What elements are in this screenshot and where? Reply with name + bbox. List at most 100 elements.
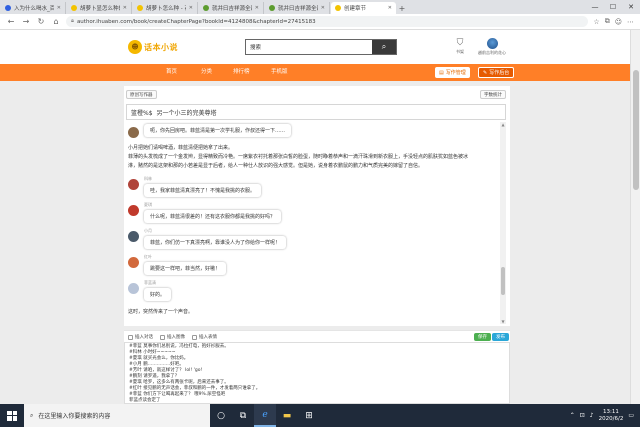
window-controls: — ☐ ✕ [586,0,640,14]
address-bar: ← → ↻ ⌂ 🔒︎ author.ihuaben.com/book/creat… [0,14,640,30]
tab-title: 胡萝卜显怎么种的_百度搜 [80,6,120,12]
page-scrollbar-thumb[interactable] [633,70,639,190]
close-tab-icon[interactable]: ✕ [123,5,127,11]
tab-title: 胡萝卜怎么种 - 花头之家 [146,6,186,12]
new-tab-button[interactable]: + [396,2,408,14]
original-editor-link[interactable]: 原创写作器 [126,90,157,99]
taskbar-search[interactable]: ⌕ 在这里输入你要搜索的内容 [24,404,210,427]
start-button[interactable] [0,404,24,427]
dialog-message: 夏琪 什么呢，菲蓝清很差的！还有这衣服你都是我挑的好吗？ [128,202,282,223]
search-input[interactable] [246,40,372,54]
character-name: 小月 [144,228,152,233]
notification-icon[interactable]: ▭ [628,412,634,419]
close-tab-icon[interactable]: ✕ [189,5,193,11]
chapter-preview: 呃，你先回房吧。菲蓝清是第一次学礼服，作叔还得一下…… 小月把她们请喝啤酒，菲蓝… [126,122,498,324]
close-tab-icon[interactable]: ✕ [255,5,259,11]
scroll-up-icon[interactable]: ▲ [500,122,506,127]
site-favicon-icon [203,5,209,11]
system-tray: ⌃ ⊡ ♪ 13:11 2020/6/2 ▭ [570,404,634,427]
search-icon: ⌕ [30,411,34,419]
browser-tab[interactable]: 胡萝卜显怎么种的_百度搜✕ [67,2,132,14]
narration-text: 这时，突然传来了一个声音。 [128,309,194,315]
close-tab-icon[interactable]: ✕ [57,5,61,11]
dialog-bubble: 菲蓝，你们仿一下真漂亮啊，靠谁没人为了你给你一样呢！ [144,236,287,249]
character-name: 菲蓝清 [144,280,156,285]
character-name: 科林 [144,176,152,181]
maximize-button[interactable]: ☐ [604,0,622,14]
emoji-icon [192,334,197,340]
dialog-message: 小月菲蓝，你们仿一下真漂亮啊，靠谁没人为了你给你一样呢！ [128,228,287,249]
task-view-icon[interactable]: ⧉ [232,404,254,427]
character-avatar [128,231,139,242]
browser-tab[interactable]: 就并曰吉祥源全部小说_长✕ [265,2,330,14]
bookshelf-link[interactable]: ⛉ 书架 [456,38,464,55]
search-button[interactable]: ⌕ [372,40,396,54]
cortana-icon[interactable]: ○ [210,404,232,427]
nav-category[interactable]: 分类 [201,64,212,81]
edge-browser-icon[interactable]: ℯ [254,404,276,427]
logo-face-icon: ☻ [128,40,142,54]
browser-tab-active[interactable]: 创建章节 ✕ [331,2,396,14]
publish-button[interactable]: 发布 [492,333,509,341]
url-field[interactable]: 🔒︎ author.ihuaben.com/book/createChapter… [66,16,589,27]
insert-image-label: 插入图像 [167,335,185,340]
scroll-down-icon[interactable]: ▼ [500,319,506,324]
reload-icon[interactable]: ↻ [36,17,46,26]
forward-arrow-icon[interactable]: → [21,17,31,26]
site-logo[interactable]: ☻ 话本小说 [128,39,182,55]
close-tab-icon[interactable]: ✕ [388,5,392,11]
close-window-button[interactable]: ✕ [622,0,640,14]
tray-up-icon[interactable]: ⌃ [570,412,575,419]
writing-backend-label: 写作后台 [489,70,510,76]
tab-title: 就并曰吉祥源全部小说_长 [212,6,252,12]
chapter-title: 另一个小三的完美尊塔 [156,109,217,117]
dialog-bubble: 跳要这一样吧，菲当然，好嗷！ [144,262,227,275]
scrollbar-thumb[interactable] [501,267,505,295]
browser-tab[interactable]: 就并曰吉祥源全部小说_长✕ [199,2,264,14]
nav-ranking[interactable]: 排行榜 [233,64,250,81]
more-menu-icon[interactable]: ⋯ [627,18,634,26]
bookshelf-icon: ⛉ [456,38,464,48]
dialog-bubble: 呃，你先回房吧。菲蓝清是第一次学礼服，作叔还得一下…… [144,124,292,137]
url-text: author.ihuaben.com/book/createChapterPag… [76,18,316,25]
insert-dialog-button[interactable]: 插入对话 [128,333,153,341]
close-tab-icon[interactable]: ✕ [321,5,325,11]
insert-emoji-button[interactable]: 插入表情 [192,333,217,341]
nav-home[interactable]: 首页 [166,64,177,81]
tab-title: 创建章节 [344,6,367,12]
store-icon[interactable]: ⊞ [298,404,320,427]
nav-mobile[interactable]: 手机版 [271,64,288,81]
user-menu[interactable]: 越前吉利的花心 [478,38,506,56]
character-name: 夏琪 [144,202,152,207]
network-icon[interactable]: ⊡ [580,412,585,419]
file-explorer-icon[interactable]: ▬ [276,404,298,427]
browser-tab[interactable]: 入为什么喝水_百度搜索✕ [1,2,66,14]
page-scrollbar[interactable] [630,30,640,404]
minimize-button[interactable]: — [586,0,604,14]
profile-icon[interactable]: ☺ [615,18,622,26]
star-icon[interactable]: ☆ [593,18,599,26]
narration-text: 菲薄的头发梳成了一个金发辫，显得精致而冷艳。一席紫衣衬托着那张白皙的脸蛋，随时睁… [128,154,469,160]
writing-backend-button[interactable]: ✎ 写作后台 [478,67,515,78]
save-button[interactable]: 保存 [474,333,491,341]
collections-icon[interactable]: ⧉ [605,17,610,26]
narration-text: 淋，赌然的是这架和那的小若差是显于后者，给人一种仕人放识的强大感觉。但是她，说身… [128,163,424,169]
word-count-link[interactable]: 字数统计 [480,90,506,99]
preview-scrollbar[interactable]: ▲ ▼ [500,122,506,324]
search-box: ⌕ [245,39,397,55]
writing-manage-button[interactable]: ▤ 写作管理 [435,67,470,78]
draft-textarea[interactable]: #菲蓝 莫事你们总别说，冯拉打电，抱好衫服去。 #科林 小时好~~~~~ #夏琪… [124,342,510,404]
tab-title: 入为什么喝水_百度搜索 [14,6,54,12]
home-icon[interactable]: ⌂ [51,17,61,26]
character-avatar [128,127,139,138]
insert-dialog-label: 插入对话 [135,335,153,340]
character-avatar [128,283,139,294]
browser-tab[interactable]: 胡萝卜怎么种 - 花头之家✕ [133,2,198,14]
baidu-favicon-icon [5,5,11,11]
chapter-title-field[interactable]: 篮橙%$ 另一个小三的完美尊塔 [126,104,506,120]
manage-icon: ▤ [439,69,444,76]
back-arrow-icon[interactable]: ← [6,17,16,26]
clock[interactable]: 13:11 2020/6/2 [599,409,624,423]
insert-image-button[interactable]: 插入图像 [160,333,185,341]
volume-icon[interactable]: ♪ [590,412,594,419]
